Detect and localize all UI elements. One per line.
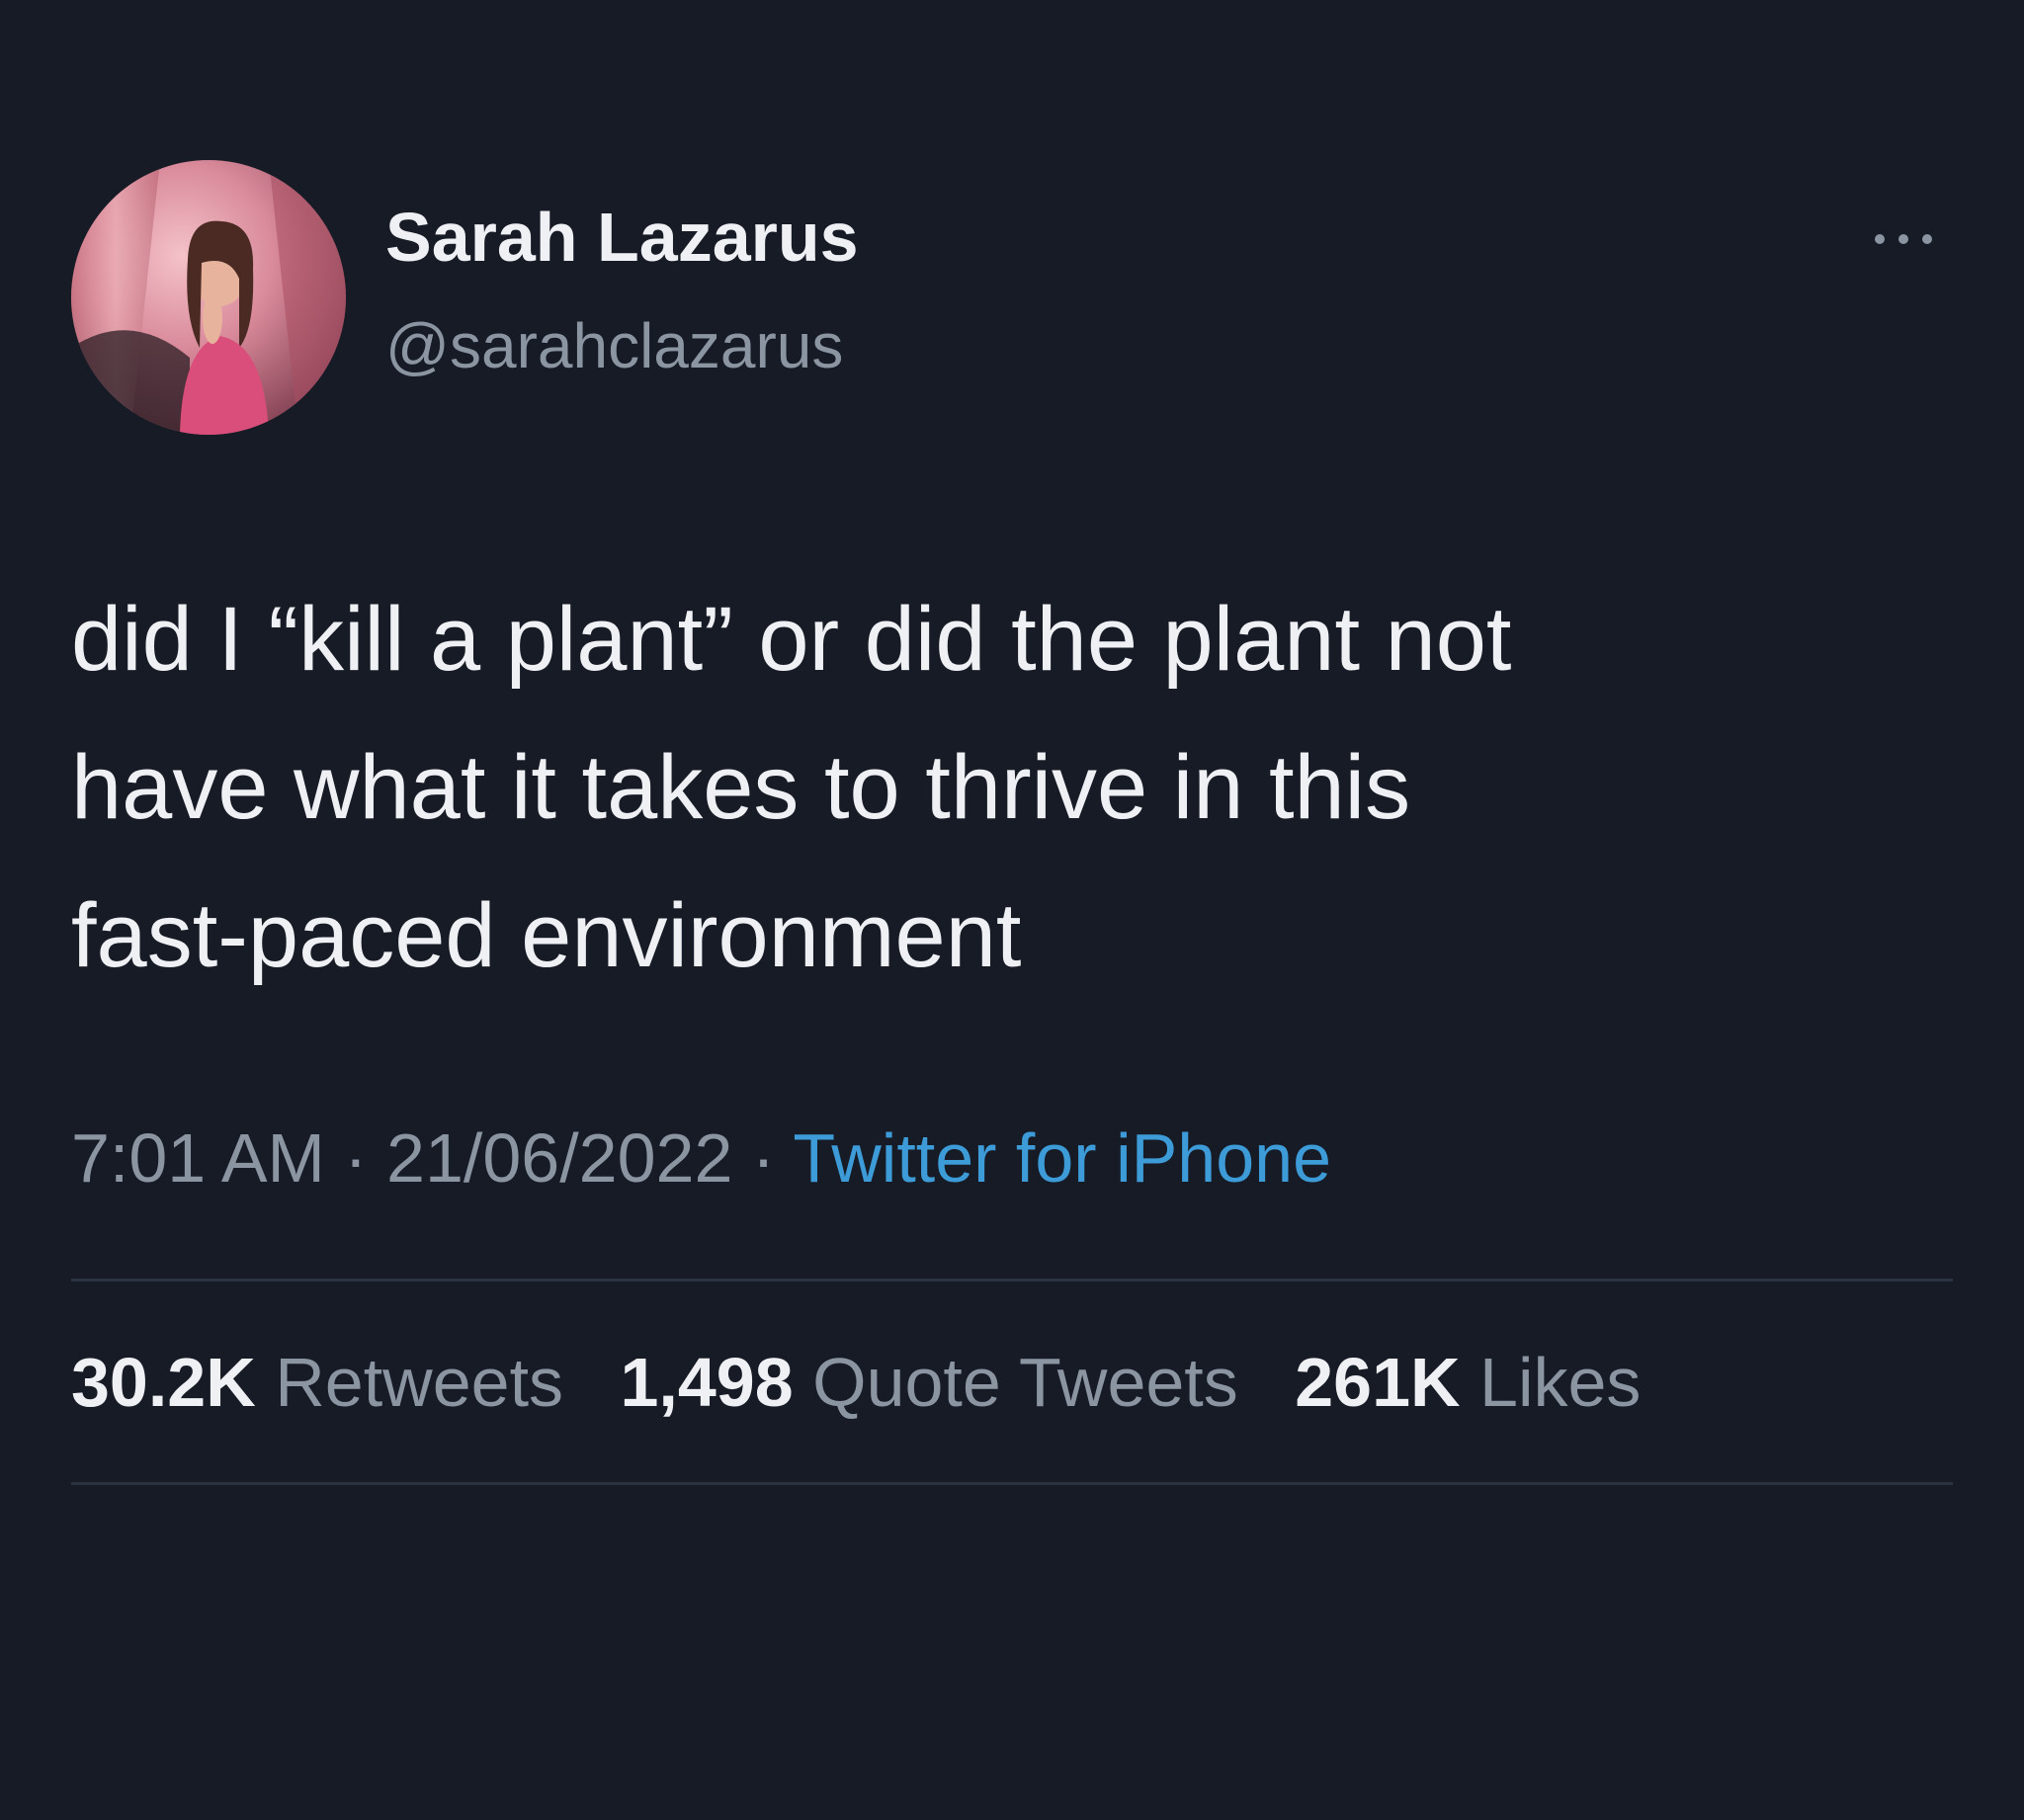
retweets-stat[interactable]: 30.2K Retweets <box>71 1348 563 1417</box>
engagement-stats: 30.2K Retweets 1,498 Quote Tweets 261K L… <box>71 1348 1678 1417</box>
more-options-button[interactable] <box>1866 219 1945 259</box>
tweet-card: Sarah Lazarus @sarahclazarus did I “kill… <box>0 0 2024 1820</box>
meta-separator: · <box>344 1119 368 1197</box>
quote-tweets-stat[interactable]: 1,498 Quote Tweets <box>621 1348 1238 1417</box>
tweet-date[interactable]: 21/06/2022 <box>386 1119 732 1197</box>
tweet-source-link[interactable]: Twitter for iPhone <box>793 1119 1331 1197</box>
profile-photo-icon <box>71 160 346 435</box>
display-name[interactable]: Sarah Lazarus <box>385 203 859 272</box>
avatar[interactable] <box>71 160 346 435</box>
tweet-text-line: have what it takes to thrive in this <box>71 737 1411 838</box>
likes-label: Likes <box>1479 1344 1642 1421</box>
handle[interactable]: @sarahclazarus <box>385 314 843 377</box>
tweet-time[interactable]: 7:01 AM <box>71 1119 325 1197</box>
divider <box>71 1482 1953 1485</box>
retweets-label: Retweets <box>275 1344 564 1421</box>
tweet-text-line: did I “kill a plant” or did the plant no… <box>71 589 1512 690</box>
quote-tweets-label: Quote Tweets <box>812 1344 1238 1421</box>
likes-stat[interactable]: 261K Likes <box>1295 1348 1641 1417</box>
more-dots-icon <box>1875 234 1932 244</box>
tweet-text-line: fast-paced environment <box>71 885 1022 986</box>
meta-separator: · <box>751 1119 776 1197</box>
quote-tweets-count: 1,498 <box>620 1344 794 1421</box>
tweet-meta: 7:01 AM · 21/06/2022 · Twitter for iPhon… <box>71 1123 1331 1193</box>
retweets-count: 30.2K <box>71 1344 256 1421</box>
likes-count: 261K <box>1295 1344 1461 1421</box>
tweet-text: did I “kill a plant” or did the plant no… <box>71 565 1929 1010</box>
divider <box>71 1279 1953 1282</box>
